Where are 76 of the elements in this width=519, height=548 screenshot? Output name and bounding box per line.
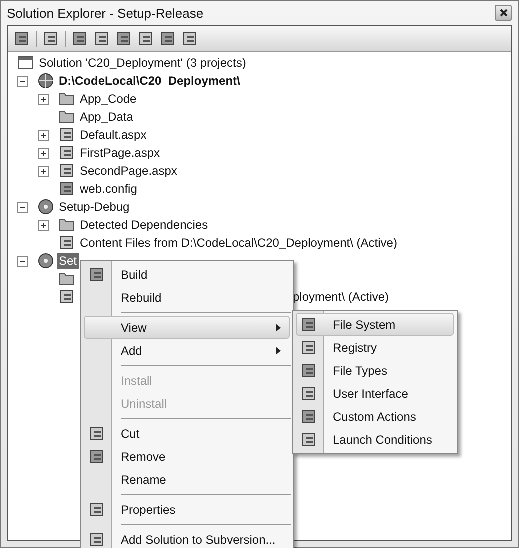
expand-toggle[interactable] bbox=[17, 256, 28, 266]
menu-item[interactable]: Add bbox=[84, 339, 290, 362]
menu-icon bbox=[301, 386, 317, 402]
expand-toggle[interactable] bbox=[38, 166, 49, 176]
toolbar-icon bbox=[94, 30, 110, 46]
close-button[interactable] bbox=[495, 5, 512, 21]
toolbar-icon bbox=[116, 30, 132, 46]
tree-item-label[interactable]: Content Files from D:\CodeLocal\C20_Deployment\ (Active) bbox=[78, 235, 400, 251]
disc-icon bbox=[38, 199, 54, 215]
expand-toggle[interactable] bbox=[38, 94, 49, 104]
config-file-icon bbox=[59, 181, 75, 197]
toolbar-icon bbox=[14, 30, 30, 46]
tree-item-label[interactable]: App_Data bbox=[78, 109, 136, 125]
files-icon bbox=[59, 235, 75, 251]
toolbar-icon bbox=[43, 30, 59, 46]
toolbar-button[interactable] bbox=[72, 30, 88, 46]
menu-item[interactable]: Launch Conditions bbox=[296, 428, 454, 451]
window-title: Solution Explorer - Setup-Release bbox=[7, 6, 204, 20]
toolbar-button[interactable] bbox=[94, 30, 110, 46]
toolbar-icon bbox=[138, 30, 154, 46]
tree-item-label[interactable]: Solution 'C20_Deployment' (3 projects) bbox=[37, 55, 248, 71]
menu-icon bbox=[301, 408, 317, 424]
tree-item-label[interactable]: Detected Dependencies bbox=[78, 217, 210, 233]
menu-item[interactable]: View bbox=[84, 316, 290, 339]
menu-item[interactable]: Cut bbox=[84, 422, 290, 445]
tree-item-label[interactable]: web.config bbox=[78, 181, 140, 197]
toolbar-button[interactable] bbox=[160, 30, 176, 46]
menu-item[interactable]: Rename bbox=[84, 468, 290, 491]
expand-toggle[interactable] bbox=[38, 130, 49, 140]
menu-item[interactable]: File System bbox=[296, 313, 454, 336]
toolbar-button[interactable] bbox=[138, 30, 154, 46]
menu-icon bbox=[301, 362, 317, 378]
menu-icon bbox=[301, 432, 317, 448]
tree-item-label[interactable]: D:\CodeLocal\C20_Deployment\ bbox=[57, 73, 242, 89]
toolbar-icon bbox=[182, 30, 198, 46]
expand-toggle[interactable] bbox=[38, 148, 49, 158]
folder-icon bbox=[59, 272, 75, 286]
menu-item[interactable]: Properties bbox=[84, 498, 290, 521]
menu-item[interactable]: Rebuild bbox=[84, 286, 290, 309]
folder-icon bbox=[59, 110, 75, 124]
disc-icon bbox=[38, 253, 54, 269]
toolbar-icon bbox=[72, 30, 88, 46]
folder-icon bbox=[59, 92, 75, 106]
tree-item-label[interactable]: SecondPage.aspx bbox=[78, 163, 180, 179]
expand-toggle[interactable] bbox=[17, 76, 28, 86]
tree-item-label[interactable]: Setup-Debug bbox=[57, 199, 132, 215]
document-icon bbox=[59, 145, 75, 161]
toolbar-button[interactable] bbox=[43, 30, 59, 46]
menu-item[interactable]: Build bbox=[84, 263, 290, 286]
toolbar-button[interactable] bbox=[116, 30, 132, 46]
menu-item[interactable]: Remove bbox=[84, 445, 290, 468]
menu-item[interactable]: Registry bbox=[296, 336, 454, 359]
expand-toggle[interactable] bbox=[38, 220, 49, 230]
tree-item-label[interactable]: FirstPage.aspx bbox=[78, 145, 162, 161]
tree-item-label[interactable]: Set bbox=[57, 253, 80, 269]
menu-item[interactable]: File Types bbox=[296, 359, 454, 382]
submenu-arrow-icon bbox=[276, 346, 281, 354]
toolbar-button[interactable] bbox=[14, 30, 30, 46]
files-icon bbox=[59, 289, 75, 305]
menu-icon bbox=[301, 340, 317, 356]
tree-item-label[interactable]: ployment\ (Active) bbox=[291, 289, 392, 305]
solution-icon bbox=[18, 56, 34, 70]
document-icon bbox=[59, 127, 75, 143]
globe-icon bbox=[38, 73, 54, 89]
folder-icon bbox=[59, 218, 75, 232]
expand-toggle[interactable] bbox=[17, 202, 28, 212]
menu-item[interactable]: User Interface bbox=[296, 382, 454, 405]
tree-item-label[interactable]: App_Code bbox=[78, 91, 139, 107]
toolbar-button[interactable] bbox=[182, 30, 198, 46]
submenu-arrow-icon bbox=[276, 324, 281, 332]
tree-item-label[interactable]: Default.aspx bbox=[78, 127, 149, 143]
menu-item[interactable]: Add Solution to Subversion... bbox=[84, 528, 290, 548]
toolbar-icon bbox=[160, 30, 176, 46]
menu-icon bbox=[301, 316, 317, 332]
document-icon bbox=[59, 163, 75, 179]
menu-item[interactable]: Custom Actions bbox=[296, 405, 454, 428]
